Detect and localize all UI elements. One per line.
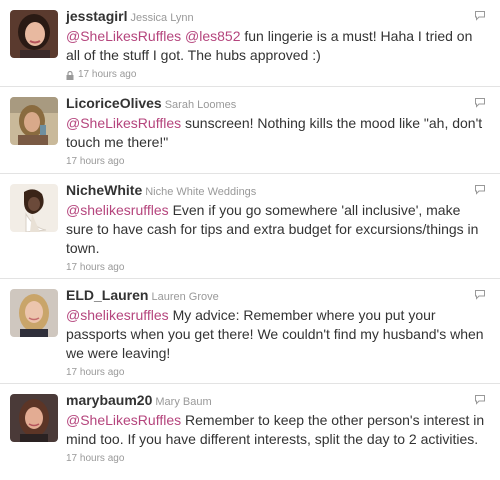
tweet: LicoriceOlives Sarah Loomes @SheLikesRuff… (0, 87, 500, 174)
reply-icon[interactable] (474, 394, 486, 405)
avatar[interactable] (10, 97, 58, 145)
timestamp[interactable]: 17 hours ago (66, 452, 124, 466)
reply-icon[interactable] (474, 97, 486, 108)
avatar[interactable] (10, 184, 58, 232)
timestamp[interactable]: 17 hours ago (66, 261, 124, 275)
full-name: Sarah Loomes (164, 99, 237, 111)
tweet: ELD_Lauren Lauren Grove @shelikesruffles … (0, 279, 500, 384)
timestamp[interactable]: 17 hours ago (78, 68, 136, 82)
tweet-text: @SheLikesRuffles sunscreen! Nothing kill… (66, 114, 500, 152)
tweet-meta: 17 hours ago (66, 452, 500, 466)
screen-name[interactable]: jesstagirl (66, 8, 127, 24)
tweet-meta: 17 hours ago (66, 68, 500, 82)
timestamp[interactable]: 17 hours ago (66, 366, 124, 380)
mention-link[interactable]: @shelikesruffles (66, 202, 169, 218)
mention-link[interactable]: @les852 (185, 28, 240, 44)
reply-icon[interactable] (474, 10, 486, 21)
lock-icon (66, 70, 74, 80)
mention-link[interactable]: @SheLikesRuffles (66, 412, 181, 428)
avatar-image (10, 184, 58, 232)
full-name: Niche White Weddings (145, 186, 257, 198)
tweet-meta: 17 hours ago (66, 261, 500, 275)
tweet-header: marybaum20 Mary Baum (66, 392, 500, 410)
mention-link[interactable]: @SheLikesRuffles (66, 28, 181, 44)
mention-link[interactable]: @shelikesruffles (66, 307, 169, 323)
tweet: jesstagirl Jessica Lynn @SheLikesRuffles … (0, 0, 500, 87)
reply-icon[interactable] (474, 289, 486, 300)
avatar[interactable] (10, 289, 58, 337)
avatar[interactable] (10, 10, 58, 58)
avatar-image (10, 289, 58, 337)
tweet-header: jesstagirl Jessica Lynn (66, 8, 500, 26)
tweet-meta: 17 hours ago (66, 366, 500, 380)
tweet: marybaum20 Mary Baum @SheLikesRuffles Rem… (0, 384, 500, 480)
screen-name[interactable]: NicheWhite (66, 182, 142, 198)
tweet-text: @shelikesruffles My advice: Remember whe… (66, 306, 500, 363)
tweet: NicheWhite Niche White Weddings @shelikes… (0, 174, 500, 279)
tweet-meta: 17 hours ago (66, 155, 500, 169)
mention-link[interactable]: @SheLikesRuffles (66, 115, 181, 131)
tweet-text: @shelikesruffles Even if you go somewher… (66, 201, 500, 258)
tweet-header: NicheWhite Niche White Weddings (66, 182, 500, 200)
avatar-image (10, 97, 58, 145)
full-name: Mary Baum (155, 396, 212, 408)
tweet-text: @SheLikesRuffles @les852 fun lingerie is… (66, 27, 500, 65)
tweet-text: @SheLikesRuffles Remember to keep the ot… (66, 411, 500, 449)
tweet-header: ELD_Lauren Lauren Grove (66, 287, 500, 305)
tweet-timeline: jesstagirl Jessica Lynn @SheLikesRuffles … (0, 0, 500, 480)
screen-name[interactable]: marybaum20 (66, 392, 152, 408)
screen-name[interactable]: LicoriceOlives (66, 95, 162, 111)
full-name: Jessica Lynn (130, 12, 194, 24)
screen-name[interactable]: ELD_Lauren (66, 287, 148, 303)
tweet-header: LicoriceOlives Sarah Loomes (66, 95, 500, 113)
avatar-image (10, 394, 58, 442)
full-name: Lauren Grove (151, 291, 219, 303)
avatar[interactable] (10, 394, 58, 442)
avatar-image (10, 10, 58, 58)
reply-icon[interactable] (474, 184, 486, 195)
timestamp[interactable]: 17 hours ago (66, 155, 124, 169)
